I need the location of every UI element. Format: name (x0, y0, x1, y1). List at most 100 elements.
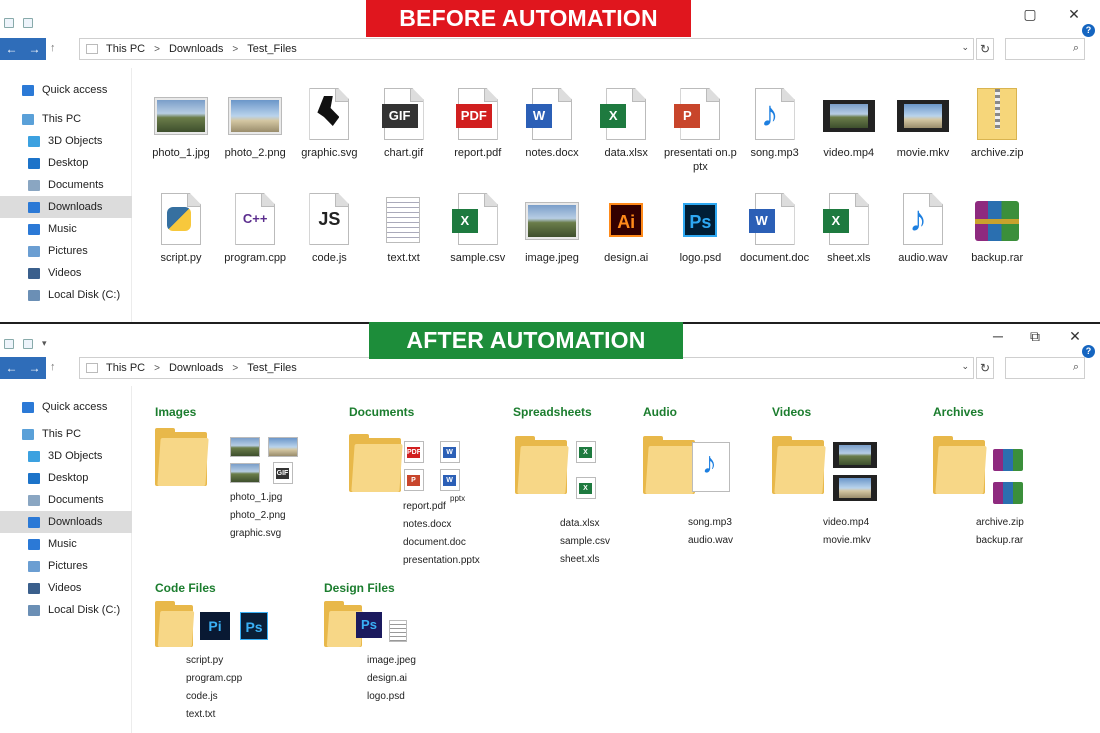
address-bar[interactable]: This PC > Downloads > Test_Files ⌄ (79, 357, 974, 379)
quick-access-toolbar: ▾ (4, 338, 47, 349)
file-item[interactable]: photo_2.png (218, 88, 292, 160)
back-icon[interactable]: ← (6, 361, 18, 375)
sidebar-item-videos[interactable]: Videos (0, 577, 132, 599)
folder-icon[interactable] (515, 436, 569, 494)
forward-icon[interactable]: → (29, 361, 41, 375)
sidebar-item-quick-access[interactable]: Quick access (0, 79, 132, 101)
breadcrumb-this-pc[interactable]: This PC (106, 362, 145, 374)
file-item[interactable]: Xdata.xlsx (589, 88, 663, 160)
sidebar-item-downloads[interactable]: Downloads (0, 511, 132, 533)
sidebar-item-local-disk-c[interactable]: Local Disk (C:) (0, 284, 132, 306)
address-bar[interactable]: This PC > Downloads > Test_Files ⌄ (79, 38, 974, 60)
file-name: audio.wav (688, 535, 734, 546)
file-item[interactable]: Ai design.ai (589, 193, 663, 265)
folder-icon[interactable] (349, 434, 403, 492)
dropdown-icon[interactable]: ▾ (42, 338, 47, 349)
chevron-down-icon[interactable]: ⌄ (961, 42, 969, 53)
file-item[interactable]: photo_1.jpg (144, 88, 218, 160)
breadcrumb-downloads[interactable]: Downloads (169, 362, 223, 374)
properties-icon[interactable] (4, 18, 14, 28)
before-automation-banner: BEFORE AUTOMATION (366, 0, 691, 37)
breadcrumb-downloads[interactable]: Downloads (169, 43, 223, 55)
navigation-pane: Quick access This PC 3D Objects Desktop Docu… (0, 386, 132, 733)
folder-icon[interactable] (155, 428, 209, 486)
properties-icon[interactable] (4, 338, 14, 349)
close-button[interactable]: ✕ (1064, 6, 1084, 22)
sidebar-item-pictures[interactable]: Pictures (0, 555, 132, 577)
file-name: photo_2.png (230, 510, 286, 521)
sidebar-item-this-pc[interactable]: This PC (0, 423, 132, 445)
file-item[interactable]: Ppresentati on.pptx (663, 88, 737, 174)
file-item[interactable]: Xsheet.xls (812, 193, 886, 265)
sidebar-item-desktop[interactable]: Desktop (0, 467, 132, 489)
music-note-icon: ♪ (702, 447, 717, 480)
word-file-icon: W (748, 193, 801, 247)
sidebar-item-music[interactable]: Music (0, 218, 132, 240)
music-note-icon (28, 538, 40, 550)
search-input[interactable]: ⌕ (1005, 38, 1085, 60)
folder-icon[interactable] (772, 436, 826, 494)
sidebar-item-music[interactable]: Music (0, 533, 132, 555)
computer-icon (86, 363, 98, 373)
file-item[interactable]: ♪ song.mp3 (738, 88, 812, 160)
file-item[interactable]: Ps logo.psd (663, 193, 737, 265)
new-folder-icon[interactable] (23, 18, 33, 28)
sidebar-item-label: Local Disk (C:) (48, 289, 121, 301)
close-button[interactable]: ✕ (1065, 328, 1085, 344)
file-item[interactable]: backup.rar (960, 193, 1034, 265)
file-item[interactable]: video.mp4 (812, 88, 886, 160)
file-item[interactable]: movie.mkv (886, 88, 960, 160)
chevron-down-icon[interactable]: ⌄ (961, 361, 969, 372)
file-item[interactable]: Wdocument.doc (738, 193, 812, 265)
search-input[interactable]: ⌕ (1005, 357, 1085, 379)
before-explorer-window: BEFORE AUTOMATION ▢ ✕ ? ← → ↑ This PC > D… (0, 0, 1100, 322)
up-arrow-icon[interactable]: ↑ (50, 361, 56, 373)
zip-folder-icon[interactable] (933, 436, 987, 494)
file-item[interactable]: image.jpeg (515, 193, 589, 265)
file-item[interactable]: text.txt (367, 193, 441, 265)
sidebar-item-3d-objects[interactable]: 3D Objects (0, 130, 132, 152)
sidebar-item-documents[interactable]: Documents (0, 489, 132, 511)
file-item[interactable]: GIF chart.gif (367, 88, 441, 160)
folder-icon[interactable] (155, 601, 195, 647)
help-icon[interactable]: ? (1082, 24, 1095, 37)
sidebar-item-quick-access[interactable]: Quick access (0, 396, 132, 418)
folder-icon[interactable] (643, 436, 697, 494)
file-name: sheet.xls (827, 252, 871, 264)
up-arrow-icon[interactable]: ↑ (50, 42, 56, 54)
sidebar-item-local-disk-c[interactable]: Local Disk (C:) (0, 599, 132, 621)
sidebar-item-this-pc[interactable]: This PC (0, 108, 132, 130)
file-item[interactable]: C++ program.cpp (218, 193, 292, 265)
minimize-button[interactable]: ─ (988, 328, 1008, 344)
sidebar-item-downloads[interactable]: Downloads (0, 196, 132, 218)
maximize-button[interactable]: ▢ (1020, 6, 1040, 22)
file-name: song.mp3 (750, 147, 799, 159)
back-icon[interactable]: ← (6, 42, 18, 56)
sidebar-item-3d-objects[interactable]: 3D Objects (0, 445, 132, 467)
file-item[interactable]: PDF report.pdf (441, 88, 515, 160)
breadcrumb-test-files[interactable]: Test_Files (247, 362, 297, 374)
file-item[interactable]: archive.zip (960, 88, 1034, 160)
sidebar-item-desktop[interactable]: Desktop (0, 152, 132, 174)
refresh-icon[interactable]: ↻ (976, 357, 994, 379)
breadcrumb-test-files[interactable]: Test_Files (247, 43, 297, 55)
file-item[interactable]: script.py (144, 193, 218, 265)
rar-archive-icon (993, 449, 1023, 471)
file-item[interactable]: Xsample.csv (441, 193, 515, 265)
file-item[interactable]: Wnotes.docx (515, 88, 589, 160)
pictures-icon (28, 560, 40, 572)
sidebar-item-videos[interactable]: Videos (0, 262, 132, 284)
sidebar-item-pictures[interactable]: Pictures (0, 240, 132, 262)
file-item[interactable]: ♪ audio.wav (886, 193, 960, 265)
sidebar-item-label: Music (48, 538, 77, 550)
new-folder-icon[interactable] (23, 338, 33, 349)
forward-icon[interactable]: → (29, 42, 41, 56)
file-item[interactable]: JS code.js (292, 193, 366, 265)
file-name: presentati on.pptx (664, 147, 737, 173)
restore-button[interactable]: ⧉ (1025, 328, 1045, 344)
breadcrumb-this-pc[interactable]: This PC (106, 43, 145, 55)
sidebar-item-documents[interactable]: Documents (0, 174, 132, 196)
file-name: script.py (186, 655, 224, 666)
file-item[interactable]: graphic.svg (292, 88, 366, 160)
refresh-icon[interactable]: ↻ (976, 38, 994, 60)
